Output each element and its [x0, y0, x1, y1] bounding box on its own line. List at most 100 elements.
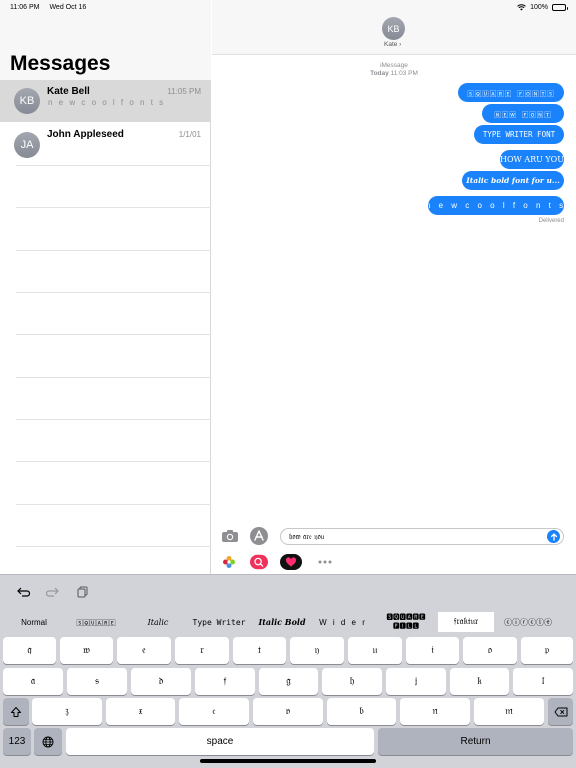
message-input-bar: 𝔥𝔬𝔴 𝔞𝔯𝔢 𝔶𝔬𝔲 [212, 524, 576, 574]
more-apps-button[interactable] [316, 553, 334, 571]
paste-icon [77, 586, 88, 598]
return-key[interactable]: Return [378, 728, 573, 755]
message-bubble[interactable]: 🅂🅀🅄🄰🅁🄴 🄵🄾🄽🅃🅂 [458, 83, 564, 102]
sidebar-title: Messages [10, 52, 111, 75]
wifi-icon [517, 3, 526, 10]
key[interactable]: 𝔦 [406, 637, 459, 664]
key[interactable]: 𝔣 [195, 668, 255, 695]
key[interactable]: 𝔥 [322, 668, 382, 695]
font-option-italic-bold[interactable]: Italic Bold [254, 612, 310, 632]
thread-timestamp: iMessage Today 11:03 PM [212, 62, 576, 78]
avatar: KB [14, 88, 40, 114]
battery-icon [552, 3, 568, 11]
conversation-name: John Appleseed [47, 129, 124, 140]
key[interactable]: 𝔨 [450, 668, 509, 695]
key[interactable]: 𝔶 [290, 637, 344, 664]
font-option-square[interactable]: 🅂🅀🅄🄰🅁🄴 [68, 612, 124, 632]
contact-name[interactable]: Kate › [384, 41, 401, 48]
message-input[interactable]: 𝔥𝔬𝔴 𝔞𝔯𝔢 𝔶𝔬𝔲 [280, 528, 564, 545]
undo-button[interactable] [14, 583, 32, 601]
key[interactable]: 𝔭 [521, 637, 573, 664]
key[interactable]: 𝔬 [463, 637, 517, 664]
timestamp-time: 11:03 PM [390, 70, 418, 77]
key[interactable]: 𝔧 [386, 668, 446, 695]
key[interactable]: 𝔷 [32, 698, 102, 725]
font-option-fraktur[interactable]: 𝔣𝔯𝔞𝔨𝔱𝔲𝔯 [438, 612, 494, 632]
avatar: JA [14, 132, 40, 158]
camera-icon [222, 530, 238, 542]
font-option-wider[interactable]: W i d e r [314, 612, 372, 632]
contact-avatar[interactable]: KB [382, 17, 405, 40]
globe-icon [42, 736, 54, 747]
redo-icon [46, 587, 59, 597]
key[interactable]: 𝔠 [179, 698, 249, 725]
key[interactable]: 𝔲 [348, 637, 402, 664]
redo-button[interactable] [44, 583, 62, 601]
font-option-circle[interactable]: ⓒⓘⓡⓒⓛⓔ [500, 612, 556, 632]
message-bubble[interactable]: n e w c o o l f o n t s [426, 196, 564, 215]
send-arrow-icon [550, 532, 557, 541]
divider [16, 292, 211, 293]
key[interactable]: 𝔳 [253, 698, 323, 725]
more-icon [318, 560, 332, 564]
key[interactable]: 𝔰 [67, 668, 127, 695]
service-label: iMessage [380, 62, 408, 69]
divider [16, 165, 211, 166]
key[interactable]: 𝔴 [60, 637, 113, 664]
status-date: Wed Oct 16 [49, 3, 87, 11]
divider [16, 504, 211, 505]
font-option-normal[interactable]: Normal [6, 612, 62, 632]
conversation-kate-bell[interactable]: KB Kate Bell 11:05 PM n e w c o o l f o … [0, 80, 211, 122]
divider [16, 461, 211, 462]
app-store-icon [250, 527, 268, 545]
paste-button[interactable] [74, 583, 92, 601]
shift-key[interactable] [3, 698, 29, 725]
message-bubble[interactable]: TYPE WRITER FONT [474, 125, 564, 144]
key[interactable]: 𝔩 [513, 668, 573, 695]
key[interactable]: 𝔮 [3, 637, 56, 664]
key[interactable]: 𝔤 [259, 668, 318, 695]
message-bubble[interactable]: HOW ARU YOU [500, 150, 564, 169]
key[interactable]: 𝔞 [3, 668, 63, 695]
divider [16, 334, 211, 335]
camera-button[interactable] [221, 527, 239, 545]
font-option-typewriter[interactable]: Type Writer [190, 612, 248, 632]
conversation-name: Kate Bell [47, 86, 90, 97]
photos-icon [223, 556, 235, 568]
font-option-italic[interactable]: Italic [130, 612, 186, 632]
key[interactable]: 𝔯 [175, 637, 229, 664]
key[interactable]: 𝔢 [117, 637, 171, 664]
conversation-time: 1/1/01 [178, 130, 201, 139]
divider [16, 546, 211, 547]
conversation-preview: n e w c o o l f o n t s [48, 98, 166, 107]
divider [16, 419, 211, 420]
key[interactable]: 𝔫 [400, 698, 470, 725]
space-key[interactable]: space [66, 728, 374, 755]
key[interactable]: 𝔵 [106, 698, 175, 725]
globe-key[interactable] [34, 728, 62, 755]
conversation-john-appleseed[interactable]: JA John Appleseed 1/1/01 [0, 123, 211, 165]
numbers-key[interactable]: 123 [3, 728, 31, 755]
font-option-square-fill[interactable]: 🆂🆀🆄🅰🆁🅴 🅵🅸🅻🅻 [378, 612, 434, 632]
send-button[interactable] [547, 530, 560, 543]
timestamp-day: Today [370, 70, 389, 77]
message-bubble[interactable]: 🄽🄴🅆 🄵🄾🄽🅃 [482, 104, 564, 123]
divider [16, 250, 211, 251]
divider [16, 377, 211, 378]
key[interactable]: 𝔡 [131, 668, 191, 695]
delivered-status: Delivered [538, 218, 564, 224]
delete-key[interactable] [548, 698, 573, 725]
conversation-list: Messages KB Kate Bell 11:05 PM n e w c o… [0, 0, 211, 574]
image-search-app-button[interactable] [250, 553, 268, 571]
keyboard: Normal 🅂🅀🅄🄰🅁🄴 Italic Type Writer Italic … [0, 574, 576, 768]
fonts-app-button[interactable] [280, 553, 302, 571]
key[interactable]: 𝔱 [233, 637, 286, 664]
key[interactable]: 𝔟 [327, 698, 396, 725]
photos-app-button[interactable] [220, 553, 238, 571]
key[interactable]: 𝔪 [474, 698, 544, 725]
message-bubble[interactable]: Italic bold font for u... [462, 171, 564, 190]
app-store-button[interactable] [250, 527, 268, 545]
image-search-icon [250, 554, 268, 570]
keyboard-toolbar [0, 575, 576, 608]
font-style-bar: Normal 🅂🅀🅄🄰🅁🄴 Italic Type Writer Italic … [0, 610, 576, 634]
